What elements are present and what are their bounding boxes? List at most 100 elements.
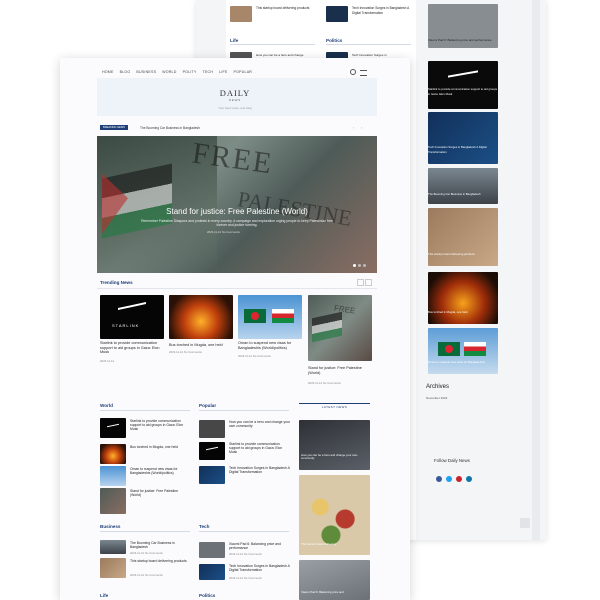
side-thumb-car[interactable] (428, 168, 498, 204)
tech-meta-2: 2023-11-12 No Comments (229, 576, 262, 580)
tech-item-1[interactable]: Xiaomi Pad 6: Balancing price and perfor… (229, 542, 291, 550)
back-top-item-1[interactable]: This startup board delivering products (256, 6, 316, 11)
site-logo[interactable]: DAILY (60, 88, 410, 98)
world-thumb-2[interactable] (100, 444, 126, 464)
popular-thumb-3[interactable] (199, 466, 225, 484)
tech-thumb-1[interactable] (199, 542, 225, 558)
trending-thumb-palestine[interactable]: FREE (308, 295, 372, 361)
trending-thumb-starlink[interactable]: STARLINK (100, 295, 164, 339)
site-logo-sub: NEWS (228, 98, 242, 102)
breaking-news-text[interactable]: The Booming Car Business in Bangladesh (140, 126, 200, 130)
world-item-1[interactable]: Starlink to provide communication suppor… (130, 419, 190, 432)
archives-link[interactable]: November 2023 (426, 396, 447, 400)
side-thumb-box[interactable] (428, 208, 498, 266)
trending-heading: Trending News (100, 280, 133, 285)
trending-item-2[interactable]: Bus torched in Mugda, one held (169, 343, 235, 348)
world-item-2[interactable]: Bus torched in Mugda, one held (130, 445, 190, 449)
nav-tech[interactable]: TECH (203, 70, 214, 74)
bangladesh-flag (438, 342, 460, 356)
latest-item-2[interactable]: This startup board delivering (301, 542, 367, 546)
hero-slider[interactable]: FREE PALESTINE Stand for justice: Free P… (97, 136, 377, 273)
back-scroll-rail[interactable] (532, 0, 540, 540)
trending-meta-3: 2023-11-12 No Comments (238, 354, 271, 358)
business-item-1[interactable]: The Booming Car Business in Bangladesh (130, 541, 190, 549)
side-item-2[interactable]: Starlink to provide communication suppor… (428, 87, 498, 96)
side-item-6[interactable]: Bus torched in Mugda, one held (428, 310, 498, 315)
starlink-x-icon (107, 423, 119, 434)
side-thumb-starlink[interactable] (428, 61, 498, 109)
world-item-3[interactable]: Oman to suspend new visas for Bangladesh… (130, 467, 190, 475)
nav-home[interactable]: HOME (102, 70, 114, 74)
nav-polity[interactable]: POLITY (183, 70, 197, 74)
back-sidebar: Xiaomi Pad 6: Balancing price and perfor… (426, 0, 536, 540)
trending-thumb-flags[interactable] (238, 295, 302, 339)
popular-item-2[interactable]: Starlink to provide communication suppor… (229, 442, 291, 455)
popular-heading[interactable]: Popular (199, 403, 216, 408)
trending-meta-2: 2023-11-12 No Comments (169, 350, 202, 354)
trending-thumb-fire[interactable] (169, 295, 233, 339)
hero-meta: 2023-11-12 No Comments (207, 230, 240, 234)
popular-item-3[interactable]: Tech Innovation Surges in Bangladesh A D… (229, 466, 291, 474)
business-meta-2: 2023-11-12 No Comments (130, 573, 163, 577)
side-item-5[interactable]: This startup board delivering products (428, 252, 498, 257)
popular-thumb-1[interactable] (199, 420, 225, 438)
world-thumb-1[interactable] (100, 418, 126, 438)
back-top-item-2[interactable]: Tech Innovation Surges in Bangladesh A D… (352, 6, 412, 15)
nav-world[interactable]: WORLD (162, 70, 176, 74)
latest-item-3[interactable]: Xiaomi Pad 6: Balancing price and (301, 590, 367, 594)
nav-popular[interactable]: POPULAR (234, 70, 253, 74)
nav-life[interactable]: LIFE (219, 70, 227, 74)
hero-pagination-dots[interactable] (353, 264, 367, 267)
breaking-prev-icon[interactable]: ‹ (353, 125, 354, 130)
nav-business[interactable]: BUSINESS (136, 70, 156, 74)
life-heading[interactable]: Life (100, 593, 108, 598)
world-item-4[interactable]: Stand for justice: Free Palestine (World… (130, 489, 190, 497)
world-heading[interactable]: World (100, 403, 113, 408)
back-to-top-icon[interactable] (520, 518, 530, 528)
side-thumb-flags[interactable] (428, 328, 498, 374)
back-row-item-2[interactable]: Tech Innovation Surges in (352, 53, 412, 58)
business-thumb-1[interactable] (100, 540, 126, 554)
side-item-1[interactable]: Xiaomi Pad 6: Balancing price and perfor… (428, 38, 498, 43)
side-thumb-fire[interactable] (428, 272, 498, 324)
back-section-politics[interactable]: Politics (326, 38, 342, 43)
twitter-icon[interactable] (446, 476, 452, 482)
back-thumb-box (230, 6, 252, 22)
tech-thumb-2[interactable] (199, 564, 225, 580)
breaking-next-icon[interactable]: › (361, 125, 362, 130)
business-heading[interactable]: Business (100, 524, 120, 529)
bangladesh-flag (244, 309, 266, 323)
linkedin-icon[interactable] (466, 476, 472, 482)
tech-item-2[interactable]: Tech Innovation Surges in Bangladesh A D… (229, 564, 291, 572)
back-row-item-1[interactable]: How you can be a hero and change (256, 53, 316, 58)
hero-title[interactable]: Stand for justice: Free Palestine (World… (97, 207, 377, 216)
facebook-icon[interactable] (436, 476, 442, 482)
search-icon[interactable] (350, 69, 356, 75)
popular-item-1[interactable]: How you can be a hero and change your ow… (229, 420, 291, 428)
side-thumb-tech[interactable] (428, 112, 498, 164)
popular-thumb-2[interactable] (199, 442, 225, 460)
hero-subtitle: Remember Palestine Diaspora and protests… (141, 219, 333, 228)
business-item-2[interactable]: This startup board delivering products (130, 559, 190, 563)
side-item-7[interactable]: Oman to suspend new visas for Bangladesh… (428, 360, 498, 365)
politics-heading[interactable]: Politics (199, 593, 215, 598)
latest-news-heading: LATEST NEWS (321, 405, 348, 409)
side-item-3[interactable]: Tech Innovation Surges in Bangladesh A D… (428, 145, 498, 154)
back-section-life[interactable]: Life (230, 38, 238, 43)
pinterest-icon[interactable] (456, 476, 462, 482)
trending-item-4[interactable]: Stand for justice: Free Palestine (World… (308, 366, 372, 375)
starlink-x-icon (206, 446, 218, 457)
latest-item-1[interactable]: How you can be a hero and change your ow… (301, 453, 367, 461)
business-thumb-2[interactable] (100, 558, 126, 578)
world-thumb-4[interactable] (100, 488, 126, 514)
trending-item-3[interactable]: Oman to suspend new visas for Bangladesh… (238, 341, 304, 350)
trending-prev-icon[interactable] (357, 279, 364, 286)
trending-item-1[interactable]: Starlink to provide communication suppor… (100, 341, 164, 355)
world-thumb-3[interactable] (100, 466, 126, 486)
side-item-4[interactable]: The Booming Car Business in Bangladesh (428, 192, 498, 197)
menu-icon[interactable] (360, 70, 367, 76)
trending-next-icon[interactable] (365, 279, 372, 286)
nav-blog[interactable]: BLOG (120, 70, 131, 74)
tech-heading[interactable]: Tech (199, 524, 209, 529)
latest-thumb-keyboard[interactable] (299, 420, 370, 470)
